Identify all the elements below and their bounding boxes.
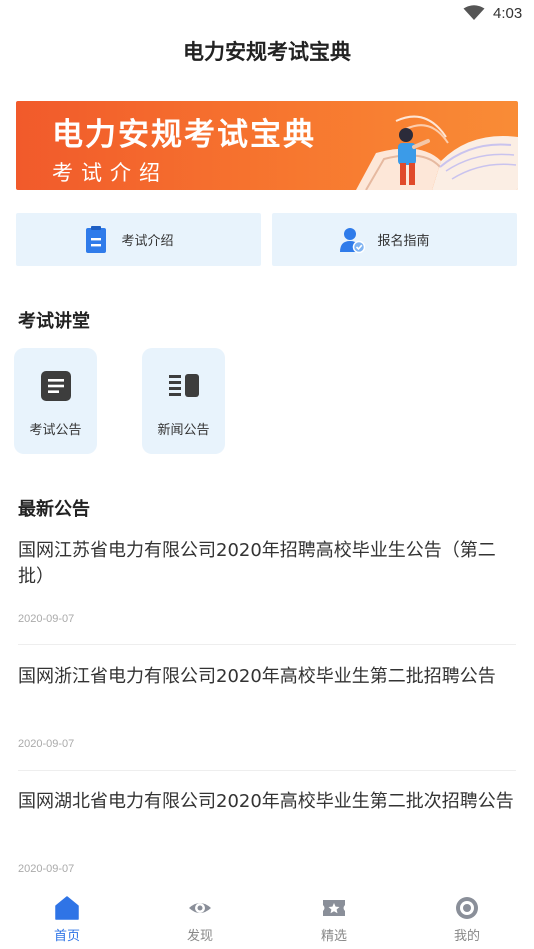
banner-title: 电力安规考试宝典 xyxy=(52,117,316,153)
status-time: 4:03 xyxy=(493,5,523,22)
news-notice-tile[interactable]: 新闻公告 xyxy=(142,348,225,454)
news-list-item[interactable]: 国网浙江省电力有限公司2020年高校毕业生第二批招聘公告 2020-09-07 xyxy=(18,664,516,760)
registration-guide-button[interactable]: 报名指南 xyxy=(272,213,517,266)
exam-notice-label: 考试公告 xyxy=(29,423,82,438)
tab-mine[interactable]: 我的 xyxy=(427,890,507,949)
lecture-section-title: 考试讲堂 xyxy=(18,311,90,332)
tab-featured-label: 精选 xyxy=(320,929,347,944)
news-item-date: 2020-09-07 xyxy=(18,613,75,625)
notice-list-icon xyxy=(41,371,71,401)
tab-home[interactable]: 首页 xyxy=(27,890,107,949)
news-item-date: 2020-09-07 xyxy=(18,863,75,875)
news-item-title: 国网江苏省电力有限公司2020年招聘高校毕业生公告（第二批） xyxy=(18,540,496,587)
wifi-icon xyxy=(463,5,485,20)
page-title: 电力安规考试宝典 xyxy=(183,40,351,64)
bottom-tab-bar: 首页 发现 精选 我的 xyxy=(0,890,534,949)
tab-discover[interactable]: 发现 xyxy=(160,890,240,949)
banner[interactable]: 电力安规考试宝典 考试介绍 xyxy=(16,101,518,190)
exam-intro-button[interactable]: 考试介绍 xyxy=(16,213,261,266)
tab-discover-label: 发现 xyxy=(186,929,213,944)
exam-notice-tile[interactable]: 考试公告 xyxy=(14,348,97,454)
news-item-title: 国网湖北省电力有限公司2020年高校毕业生第二批次招聘公告 xyxy=(18,791,514,812)
news-notice-label: 新闻公告 xyxy=(157,423,210,438)
news-list-item[interactable]: 国网湖北省电力有限公司2020年高校毕业生第二批次招聘公告 2020-09-07 xyxy=(18,789,516,885)
user-check-icon xyxy=(340,227,366,253)
news-list-item[interactable]: 国网江苏省电力有限公司2020年招聘高校毕业生公告（第二批） 2020-09-0… xyxy=(18,538,516,634)
news-item-title: 国网浙江省电力有限公司2020年高校毕业生第二批招聘公告 xyxy=(18,666,496,687)
tab-mine-label: 我的 xyxy=(453,929,480,944)
news-section-title: 最新公告 xyxy=(18,499,90,520)
profile-target-icon xyxy=(456,897,478,919)
eye-icon xyxy=(189,903,211,913)
divider xyxy=(18,770,516,771)
registration-guide-label: 报名指南 xyxy=(377,234,430,249)
status-bar: 4:03 xyxy=(0,0,534,30)
book-illustration xyxy=(356,115,518,190)
divider xyxy=(18,644,516,645)
news-item-date: 2020-09-07 xyxy=(18,738,75,750)
star-ticket-icon xyxy=(323,900,345,916)
news-columns-icon xyxy=(169,374,199,397)
document-icon xyxy=(86,225,107,253)
banner-subtitle: 考试介绍 xyxy=(52,161,168,185)
exam-intro-label: 考试介绍 xyxy=(121,234,174,249)
home-icon xyxy=(55,896,79,920)
tab-home-label: 首页 xyxy=(53,929,80,944)
tab-featured[interactable]: 精选 xyxy=(294,890,374,949)
